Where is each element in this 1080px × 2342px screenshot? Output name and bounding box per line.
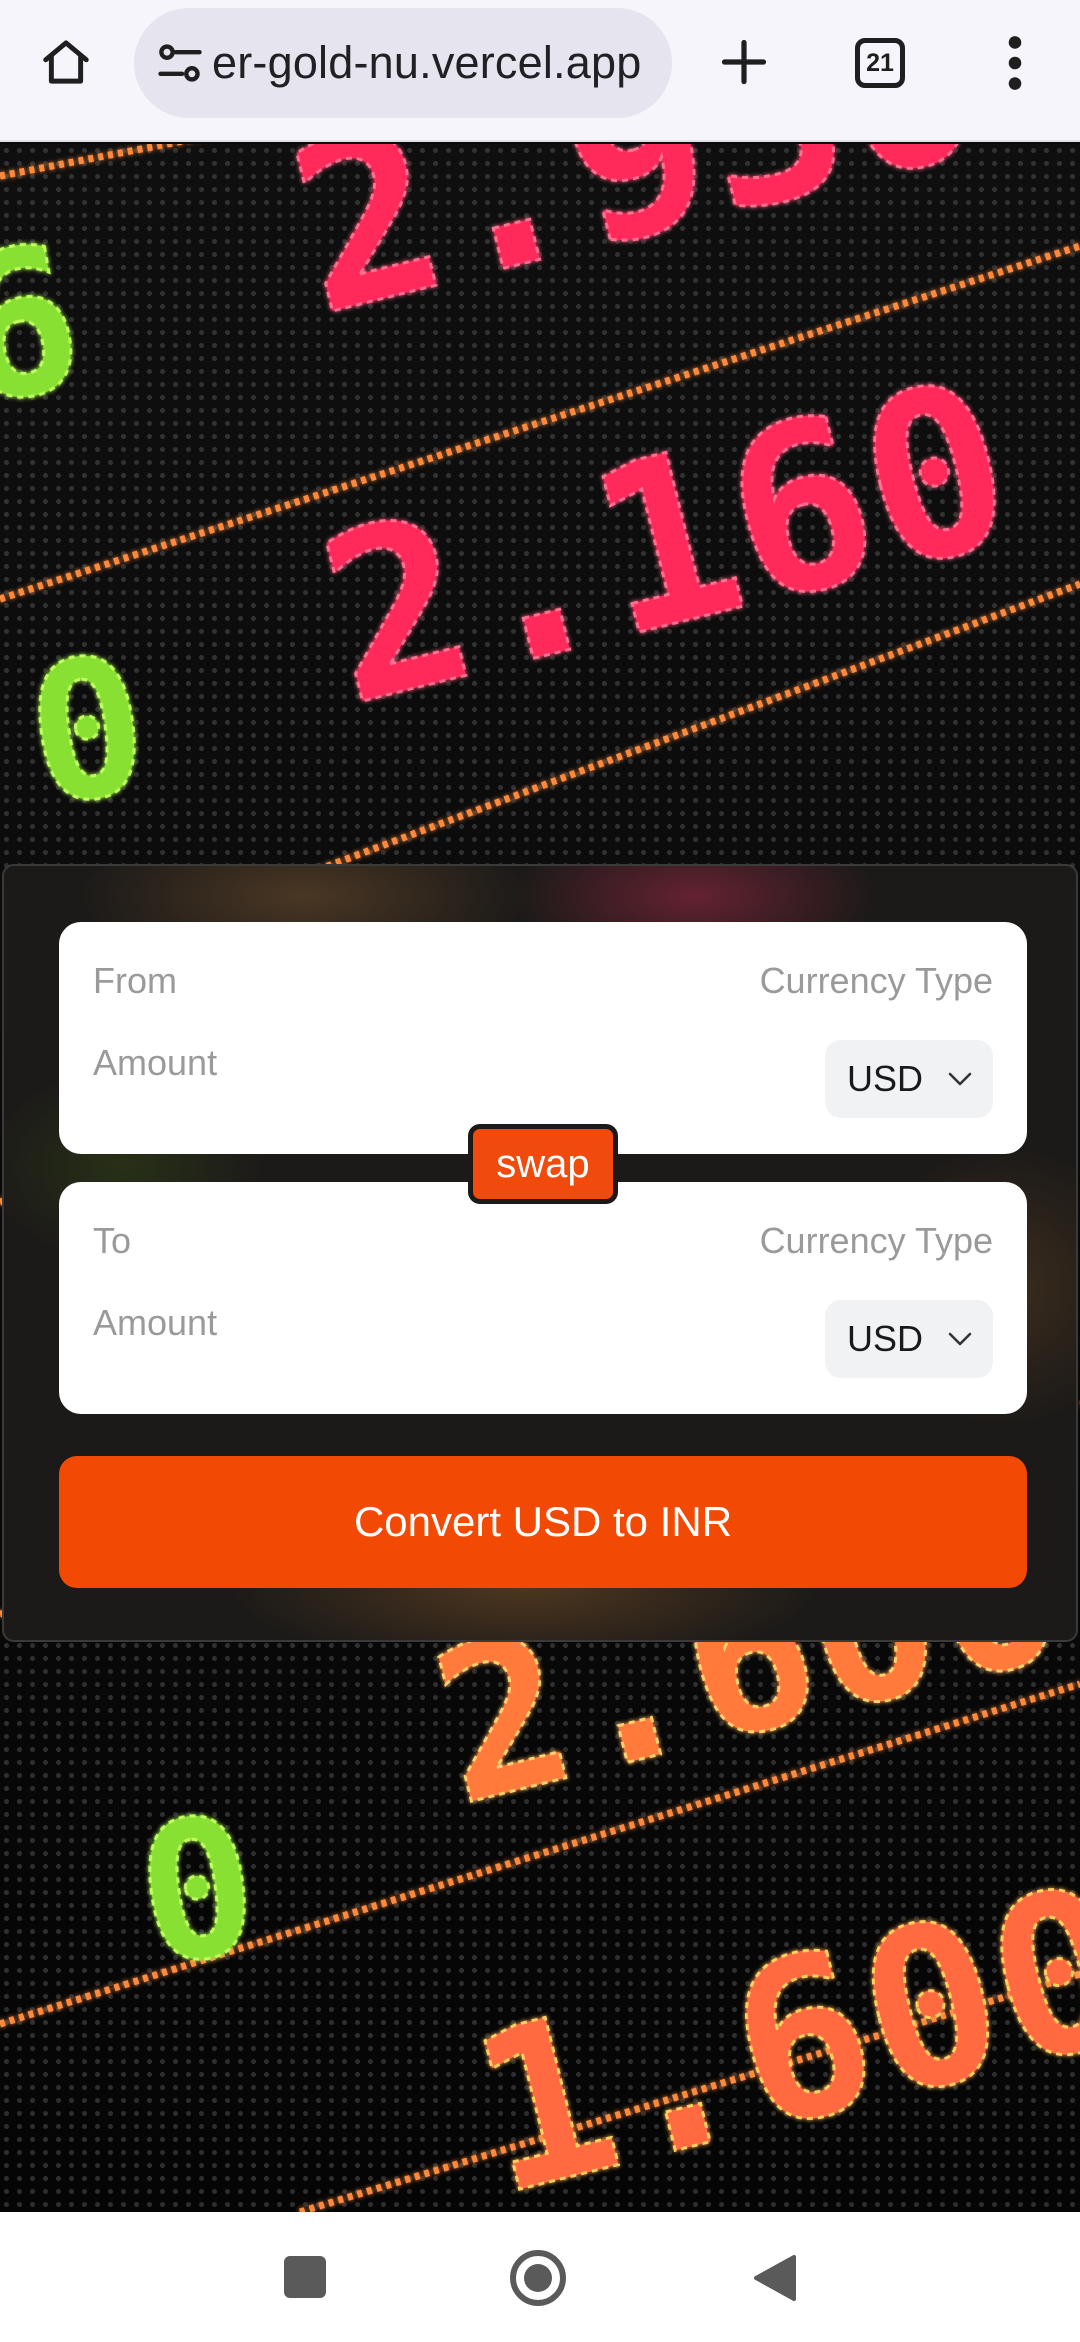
from-panel: From Currency Type USD [59,922,1027,1154]
from-currency-type-label: Currency Type [759,960,993,1001]
tune-icon[interactable] [154,37,206,89]
recents-icon[interactable] [284,2256,326,2298]
back-icon[interactable] [752,2254,796,2302]
browser-toolbar: er-gold-nu.vercel.app 21 [0,0,1080,142]
address-bar[interactable]: er-gold-nu.vercel.app [134,8,672,118]
converter-card: From Currency Type USD To Currency Type … [2,864,1078,1642]
board-value: 2.930 [269,144,1005,367]
from-amount-input[interactable] [93,1042,613,1084]
to-amount-input[interactable] [93,1302,613,1344]
chevron-down-icon [948,1072,972,1086]
more-menu-button[interactable] [990,30,1040,96]
to-currency-value: USD [847,1318,924,1359]
board-value: 6 [0,201,97,451]
new-tab-button[interactable] [710,28,778,96]
more-vert-icon [1008,36,1022,90]
plus-icon [721,39,767,85]
board-value: 0 [126,1774,270,2009]
convert-button[interactable]: Convert USD to INR [59,1456,1027,1588]
swap-button[interactable]: swap [468,1124,618,1204]
home-button[interactable] [32,28,100,96]
system-nav-bar [0,2212,1080,2342]
url-text[interactable]: er-gold-nu.vercel.app [212,37,641,89]
home-circle-icon[interactable] [510,2250,566,2306]
board-value: 2.160 [299,331,1035,758]
home-icon [43,40,89,84]
to-currency-type-label: Currency Type [759,1220,993,1261]
from-currency-select[interactable]: USD [825,1040,993,1118]
tab-count: 21 [866,48,894,77]
to-label: To [93,1220,132,1261]
board-value: 0 [16,614,160,849]
from-label: From [93,960,177,1001]
to-currency-select[interactable]: USD [825,1300,993,1378]
from-currency-value: USD [847,1058,924,1099]
to-panel: To Currency Type USD [59,1182,1027,1414]
chevron-down-icon [948,1332,972,1346]
tab-switcher-button[interactable]: 21 [855,38,905,88]
board-value: 1.600 [451,1836,1080,2212]
